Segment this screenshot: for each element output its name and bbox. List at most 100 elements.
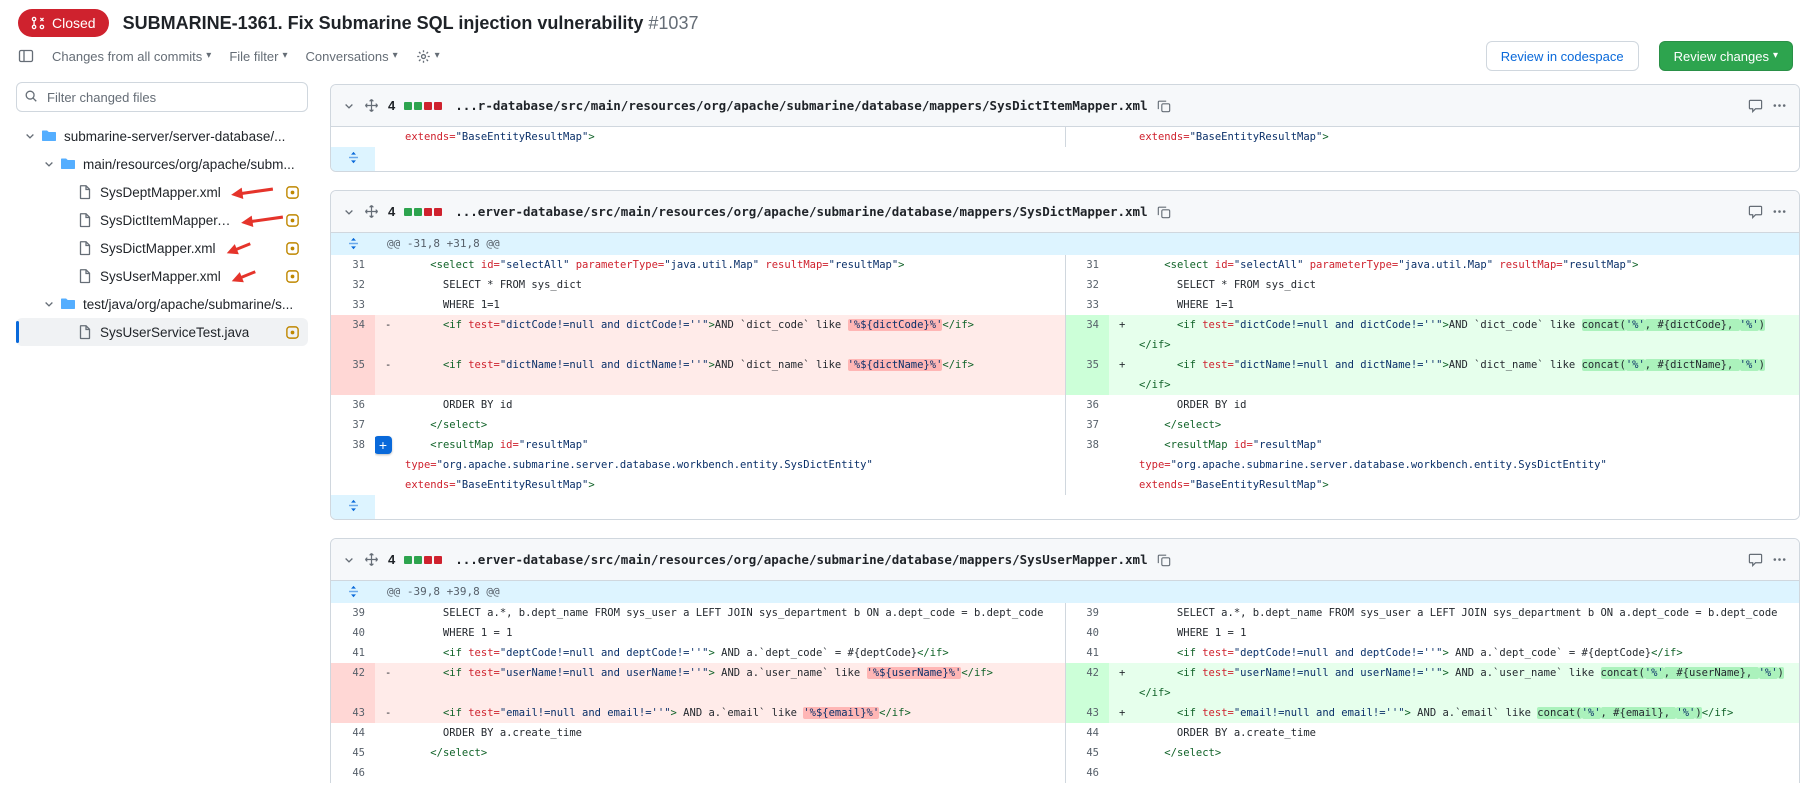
tree-folder-main-resources-org-apache-subm[interactable]: main/resources/org/apache/subm... (16, 150, 308, 178)
review-in-codespace-button[interactable]: Review in codespace (1486, 41, 1639, 71)
line-number[interactable]: 41 (331, 643, 375, 663)
collapse-file-icon[interactable] (343, 100, 355, 112)
file-path-link[interactable]: ...r-database/src/main/resources/org/apa… (455, 98, 1147, 113)
line-number[interactable]: 36 (1065, 395, 1109, 415)
file-tree-sidebar: submarine-server/server-database/...main… (0, 76, 316, 783)
line-number[interactable]: 37 (331, 415, 375, 435)
expand-diff-button[interactable] (331, 147, 375, 171)
line-number[interactable]: 42 (1065, 663, 1109, 703)
tree-folder-submarine-server-server-database[interactable]: submarine-server/server-database/... (16, 122, 308, 150)
diff-table: @@ -31,8 +31,8 @@31 <select id="selectAl… (331, 233, 1799, 519)
copy-path-button[interactable] (1157, 99, 1171, 113)
copy-path-button[interactable] (1157, 205, 1171, 219)
file-path-link[interactable]: ...erver-database/src/main/resources/org… (455, 204, 1147, 219)
line-number[interactable]: 44 (331, 723, 375, 743)
gear-icon (416, 49, 431, 64)
line-number[interactable]: 42 (331, 663, 375, 703)
drag-handle-icon[interactable] (364, 552, 379, 567)
line-number[interactable]: 31 (1065, 255, 1109, 275)
line-number[interactable]: 40 (331, 623, 375, 643)
collapse-file-icon[interactable] (343, 206, 355, 218)
diff-row-36: 36 ORDER BY id36 ORDER BY id (331, 395, 1799, 415)
added-marker: + (1119, 703, 1125, 723)
file-comment-button[interactable] (1748, 98, 1763, 113)
review-changes-button[interactable]: Review changes ▾ (1659, 41, 1793, 71)
chevron-down-icon (41, 158, 57, 170)
line-number[interactable]: 35 (331, 355, 375, 395)
chevron-down-icon (22, 130, 38, 142)
tree-file-sysdeptmapper-xml[interactable]: SysDeptMapper.xml (16, 178, 308, 206)
add-comment-button[interactable]: + (375, 436, 392, 454)
drag-handle-icon[interactable] (364, 98, 379, 113)
line-number[interactable]: 38 (1065, 435, 1109, 495)
file-path-link[interactable]: ...erver-database/src/main/resources/org… (455, 552, 1147, 567)
file-filter-dropdown[interactable]: File filter ▾ (229, 49, 287, 64)
line-number[interactable]: 39 (1065, 603, 1109, 623)
file-comment-button[interactable] (1748, 204, 1763, 219)
tree-file-sysdictitemmapper-xml[interactable]: SysDictItemMapper.xml (16, 206, 308, 234)
line-number[interactable]: 45 (1065, 743, 1109, 763)
diff-file-3: 4...erver-database/src/main/resources/or… (330, 538, 1800, 783)
tree-folder-test-java-org-apache-submarine-s[interactable]: test/java/org/apache/submarine/s... (16, 290, 308, 318)
file-options-button[interactable] (1772, 98, 1787, 113)
code-text: <if test="dictCode!=null and dictCode!='… (1139, 315, 1793, 335)
file-icon (77, 184, 93, 200)
expand-hunk-button[interactable] (331, 581, 375, 603)
line-number[interactable]: 44 (1065, 723, 1109, 743)
diffstat-square (434, 102, 442, 110)
removed-marker: - (385, 663, 391, 683)
line-number[interactable]: 34 (1065, 315, 1109, 355)
line-number[interactable]: 46 (331, 763, 375, 783)
conversations-dropdown[interactable]: Conversations ▾ (305, 49, 397, 64)
line-number[interactable]: 36 (331, 395, 375, 415)
line-number[interactable]: 32 (1065, 275, 1109, 295)
line-number[interactable]: 35 (1065, 355, 1109, 395)
code-line: <select id="selectAll" parameterType="ja… (1109, 255, 1799, 275)
line-number[interactable]: 32 (331, 275, 375, 295)
code-text: <if test="dictCode!=null and dictCode!='… (405, 315, 1059, 335)
diff-row-34: 34- <if test="dictCode!=null and dictCod… (331, 315, 1799, 355)
tree-file-sysuserservicetest-java[interactable]: SysUserServiceTest.java (16, 318, 308, 346)
expand-hunk-button[interactable] (331, 233, 375, 255)
line-number[interactable] (1065, 127, 1109, 147)
line-number[interactable]: 31 (331, 255, 375, 275)
file-options-button[interactable] (1772, 204, 1787, 219)
code-text: SELECT a.*, b.dept_name FROM sys_user a … (405, 603, 1059, 623)
red-annotation-arrow-icon (238, 210, 286, 230)
diffstat-square (404, 556, 412, 564)
file-filter-input[interactable] (16, 82, 308, 112)
expand-diff-button[interactable] (331, 495, 375, 519)
line-number[interactable]: 39 (331, 603, 375, 623)
diff-settings-dropdown[interactable]: ▾ (416, 49, 440, 64)
line-number[interactable]: 43 (1065, 703, 1109, 723)
line-number[interactable]: 38 (331, 435, 375, 495)
tree-file-sysusermapper-xml[interactable]: SysUserMapper.xml (16, 262, 308, 290)
tree-file-sysdictmapper-xml[interactable]: SysDictMapper.xml (16, 234, 308, 262)
sidebar-toggle-button[interactable] (18, 48, 34, 64)
line-number[interactable]: 45 (331, 743, 375, 763)
line-number[interactable]: 40 (1065, 623, 1109, 643)
diff-table: extends="BaseEntityResultMap">extends="B… (331, 127, 1799, 171)
drag-handle-icon[interactable] (364, 204, 379, 219)
file-icon (77, 212, 93, 228)
file-filter-label: File filter (229, 49, 278, 64)
diff-row: extends="BaseEntityResultMap">extends="B… (331, 127, 1799, 147)
collapse-file-icon[interactable] (343, 554, 355, 566)
added-marker: + (1119, 663, 1125, 683)
line-number[interactable]: 43 (331, 703, 375, 723)
line-number[interactable]: 46 (1065, 763, 1109, 783)
line-number[interactable]: 37 (1065, 415, 1109, 435)
line-number[interactable]: 41 (1065, 643, 1109, 663)
line-number[interactable]: 33 (1065, 295, 1109, 315)
commits-dropdown[interactable]: Changes from all commits ▾ (52, 49, 211, 64)
line-number[interactable]: 33 (331, 295, 375, 315)
file-options-button[interactable] (1772, 552, 1787, 567)
copy-path-button[interactable] (1157, 553, 1171, 567)
code-line: ORDER BY a.create_time (375, 723, 1065, 743)
line-number[interactable]: 34 (331, 315, 375, 355)
code-text: </select> (405, 743, 1059, 763)
line-number[interactable] (331, 127, 375, 147)
code-line: WHERE 1 = 1 (375, 623, 1065, 643)
code-line: WHERE 1=1 (1109, 295, 1799, 315)
file-comment-button[interactable] (1748, 552, 1763, 567)
